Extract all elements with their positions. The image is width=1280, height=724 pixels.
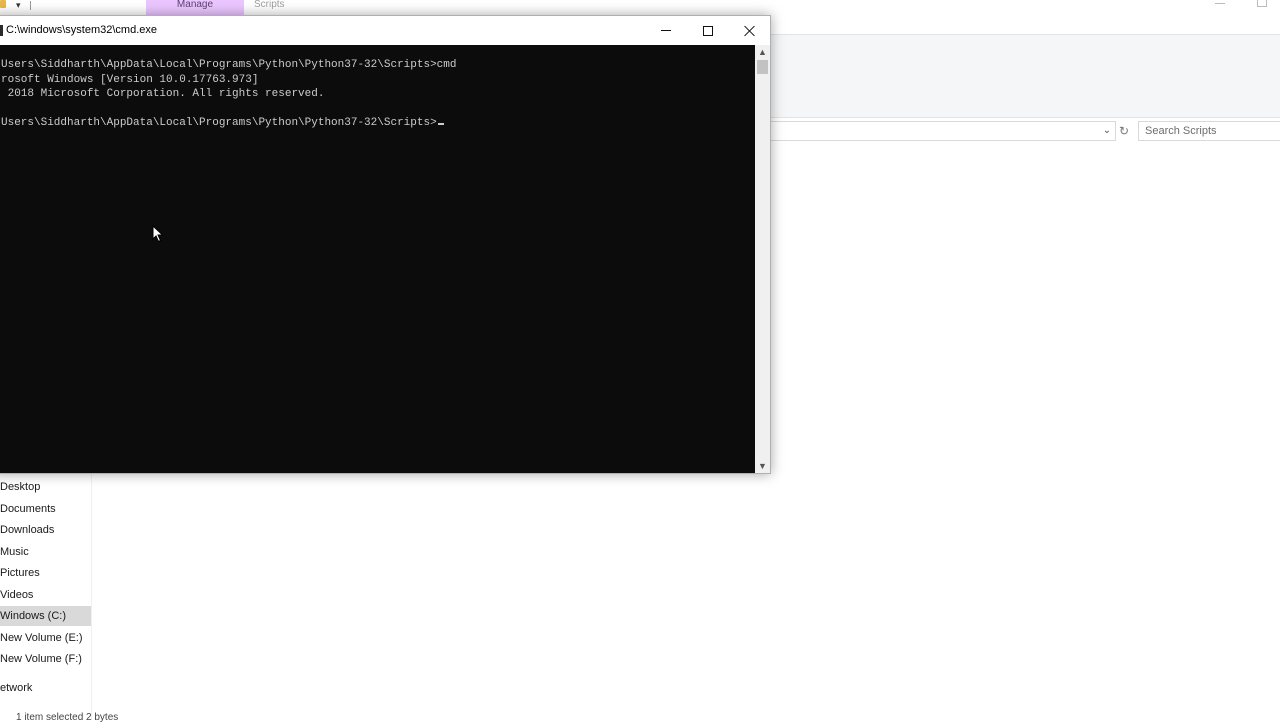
nav-item-new-volume-f[interactable]: New Volume (F:) bbox=[0, 649, 91, 669]
chevron-down-icon[interactable]: ⌄ bbox=[1101, 124, 1113, 138]
maximize-button[interactable] bbox=[686, 16, 730, 45]
scroll-thumb[interactable] bbox=[757, 60, 768, 74]
ribbon bbox=[771, 34, 1280, 118]
maximize-icon bbox=[703, 25, 713, 36]
nav-item-network[interactable]: etwork bbox=[0, 678, 91, 698]
minimize-icon bbox=[661, 30, 671, 31]
cmd-window[interactable]: C:\windows\system32\cmd.exe Users\Siddha… bbox=[0, 15, 771, 474]
nav-item-new-volume-e[interactable]: New Volume (E:) bbox=[0, 628, 91, 648]
cmd-window-title: C:\windows\system32\cmd.exe bbox=[6, 24, 157, 36]
console-prompt: Users\Siddharth\AppData\Local\Programs\P… bbox=[1, 117, 437, 129]
nav-item-desktop[interactable]: Desktop bbox=[0, 477, 91, 497]
close-button[interactable] bbox=[728, 16, 772, 45]
explorer-window-title: Scripts bbox=[254, 0, 285, 10]
nav-item-pictures[interactable]: Pictures bbox=[0, 563, 91, 583]
folder-icon bbox=[0, 0, 6, 8]
console-line: rosoft Windows [Version 10.0.17763.973] bbox=[1, 74, 259, 86]
nav-item-windows-c[interactable]: Windows (C:) bbox=[0, 606, 91, 626]
nav-item-documents[interactable]: Documents bbox=[0, 499, 91, 519]
console-line: Users\Siddharth\AppData\Local\Programs\P… bbox=[1, 59, 457, 71]
tab-manage[interactable]: Manage bbox=[146, 0, 244, 16]
cmd-app-icon bbox=[0, 25, 3, 36]
text-cursor bbox=[437, 123, 444, 125]
navigation-pane: Desktop Documents Downloads Music Pictur… bbox=[0, 474, 92, 720]
address-bar[interactable] bbox=[771, 121, 1116, 141]
console-prompt-line[interactable]: Users\Siddharth\AppData\Local\Programs\P… bbox=[1, 116, 444, 130]
scroll-down-arrow-icon[interactable]: ▼ bbox=[755, 459, 770, 473]
explorer-maximize-button[interactable] bbox=[1257, 0, 1267, 7]
explorer-title-bar: ▾ Manage Scripts bbox=[0, 0, 1280, 16]
console-line: 2018 Microsoft Corporation. All rights r… bbox=[1, 88, 325, 100]
nav-item-videos[interactable]: Videos bbox=[0, 585, 91, 605]
vertical-scrollbar[interactable]: ▲ ▼ bbox=[755, 45, 770, 473]
quick-access-dropdown-icon[interactable]: ▾ bbox=[16, 0, 21, 11]
minimize-button[interactable] bbox=[644, 16, 688, 45]
scroll-up-arrow-icon[interactable]: ▲ bbox=[755, 45, 770, 59]
close-icon bbox=[744, 25, 756, 37]
console-output[interactable]: Users\Siddharth\AppData\Local\Programs\P… bbox=[0, 45, 755, 473]
nav-item-downloads[interactable]: Downloads bbox=[0, 520, 91, 540]
explorer-minimize-button[interactable] bbox=[1215, 0, 1227, 6]
toolbar-separator bbox=[30, 1, 31, 10]
status-bar: 1 item selected 2 bytes bbox=[16, 712, 119, 723]
refresh-icon[interactable]: ↻ bbox=[1116, 121, 1132, 141]
nav-item-music[interactable]: Music bbox=[0, 542, 91, 562]
mouse-pointer-icon bbox=[152, 225, 164, 243]
search-input[interactable]: Search Scripts bbox=[1138, 121, 1280, 141]
cmd-title-bar[interactable]: C:\windows\system32\cmd.exe bbox=[0, 16, 770, 45]
